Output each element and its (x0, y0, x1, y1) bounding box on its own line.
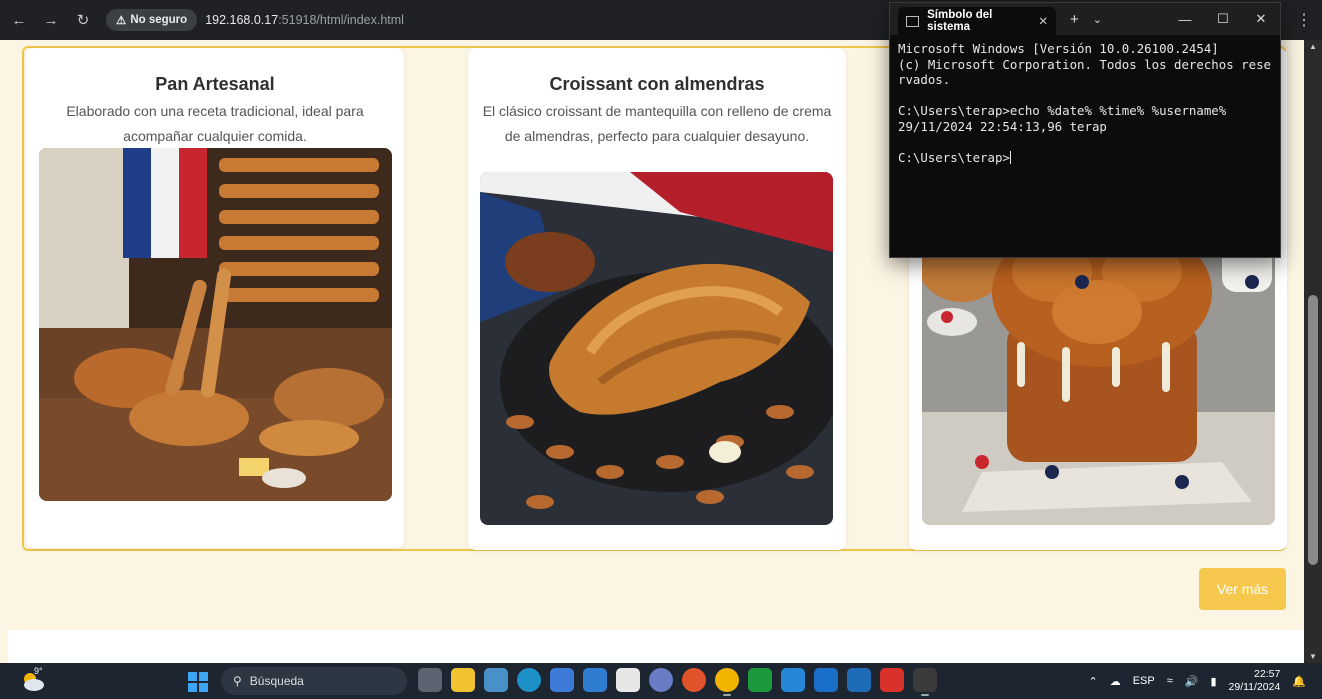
terminal-icon (906, 15, 920, 27)
scroll-thumb[interactable] (1308, 295, 1318, 565)
terminal-app-icon[interactable] (913, 668, 937, 696)
taskbar: 9° ⚲ Búsqueda ⌃ ☁ ESP ≈ 🔊 ▮ 22:57 29/11/… (0, 663, 1322, 699)
wifi-icon[interactable]: ≈ (1167, 675, 1173, 687)
volume-icon[interactable]: 🔊 (1185, 675, 1199, 688)
close-icon[interactable]: ✕ (1242, 3, 1280, 35)
task-view-icon[interactable] (418, 668, 442, 692)
file-explorer-icon[interactable] (451, 668, 475, 692)
scroll-up-icon[interactable]: ▲ (1309, 42, 1317, 51)
terminal-tab-title: Símbolo del sistema (927, 9, 993, 33)
product-description: Elaborado con una receta tradicional, id… (66, 103, 364, 144)
notification-bell-icon[interactable]: 🔔 (1292, 675, 1306, 688)
text-cursor (1009, 150, 1011, 164)
address-bar[interactable]: ⚠ No seguro 192.168.0.17:51918/html/inde… (106, 6, 404, 34)
chrome-icon[interactable] (715, 668, 739, 696)
taskbar-search[interactable]: ⚲ Búsqueda (221, 667, 407, 695)
chevron-down-icon[interactable]: ⌄ (1093, 13, 1102, 26)
new-tab-icon[interactable]: + (1070, 11, 1079, 28)
weather-temp: 9° (34, 666, 43, 676)
app-icon[interactable] (550, 668, 574, 692)
page-scrollbar[interactable]: ▲ ▼ (1304, 40, 1322, 663)
warning-icon: ⚠ (116, 15, 127, 27)
search-icon: ⚲ (233, 674, 242, 688)
forward-icon[interactable]: → (38, 7, 64, 33)
battery-icon[interactable]: ▮ (1210, 675, 1216, 688)
outlook-icon[interactable] (814, 668, 838, 692)
close-tab-icon[interactable]: ✕ (1038, 14, 1048, 28)
product-card: Pan Artesanal Elaborado con una receta t… (26, 48, 404, 548)
scroll-down-icon[interactable]: ▼ (1309, 652, 1317, 661)
terminal-titlebar[interactable]: Símbolo del sistema ✕ + ⌄ — ☐ ✕ (890, 3, 1280, 35)
cloud-icon[interactable]: ☁ (1110, 675, 1121, 688)
search-placeholder: Búsqueda (249, 674, 304, 688)
minimize-icon[interactable]: — (1166, 3, 1204, 35)
terminal-output[interactable]: Microsoft Windows [Versión 10.0.26100.24… (890, 35, 1280, 171)
clock-date: 29/11/2024 (1228, 681, 1281, 693)
xbox-icon[interactable] (748, 668, 772, 692)
insecure-badge[interactable]: ⚠ No seguro (106, 9, 198, 31)
url-text[interactable]: 192.168.0.17:51918/html/index.html (205, 13, 404, 27)
url-path: :51918/html/index.html (278, 13, 404, 27)
back-icon[interactable]: ← (6, 7, 32, 33)
url-host: 192.168.0.17 (205, 13, 279, 27)
clock[interactable]: 22:57 29/11/2024 (1229, 668, 1281, 694)
edge-icon[interactable] (517, 668, 541, 692)
clock-time: 22:57 (1254, 668, 1281, 680)
windows-start-icon[interactable] (188, 672, 208, 692)
taskbar-apps (418, 668, 937, 696)
next-section (8, 630, 1304, 663)
language-indicator[interactable]: ESP (1133, 675, 1155, 687)
terminal-window[interactable]: Símbolo del sistema ✕ + ⌄ — ☐ ✕ Microsof… (889, 2, 1281, 258)
notepad-icon[interactable] (583, 668, 607, 692)
app-icon[interactable] (649, 668, 673, 692)
maximize-icon[interactable]: ☐ (1204, 3, 1242, 35)
acrobat-icon[interactable] (880, 668, 904, 692)
bread-image (39, 148, 392, 501)
product-card: Croissant con almendras El clásico crois… (468, 48, 846, 550)
browser-menu-icon[interactable]: ⋮ (1296, 10, 1312, 30)
reload-icon[interactable]: ↻ (70, 7, 96, 33)
ver-mas-button[interactable]: Ver más (1199, 568, 1286, 610)
chevron-up-icon[interactable]: ⌃ (1088, 675, 1097, 688)
product-description: El clásico croissant de mantequilla con … (482, 103, 832, 144)
photos-icon[interactable] (484, 668, 508, 692)
vscode-icon[interactable] (781, 668, 805, 692)
croissant-image (480, 172, 833, 525)
insecure-label: No seguro (130, 14, 188, 26)
terminal-tab[interactable]: Símbolo del sistema ✕ (898, 7, 1056, 35)
g-app-icon[interactable] (616, 668, 640, 692)
product-title: Pan Artesanal (155, 74, 275, 94)
system-tray: ⌃ ☁ ESP ≈ 🔊 ▮ 22:57 29/11/2024 🔔 (1088, 663, 1306, 699)
app-icon[interactable] (682, 668, 706, 692)
app-icon[interactable] (847, 668, 871, 692)
terminal-text: Microsoft Windows [Versión 10.0.26100.24… (898, 41, 1271, 165)
product-title: Croissant con almendras (549, 74, 765, 94)
